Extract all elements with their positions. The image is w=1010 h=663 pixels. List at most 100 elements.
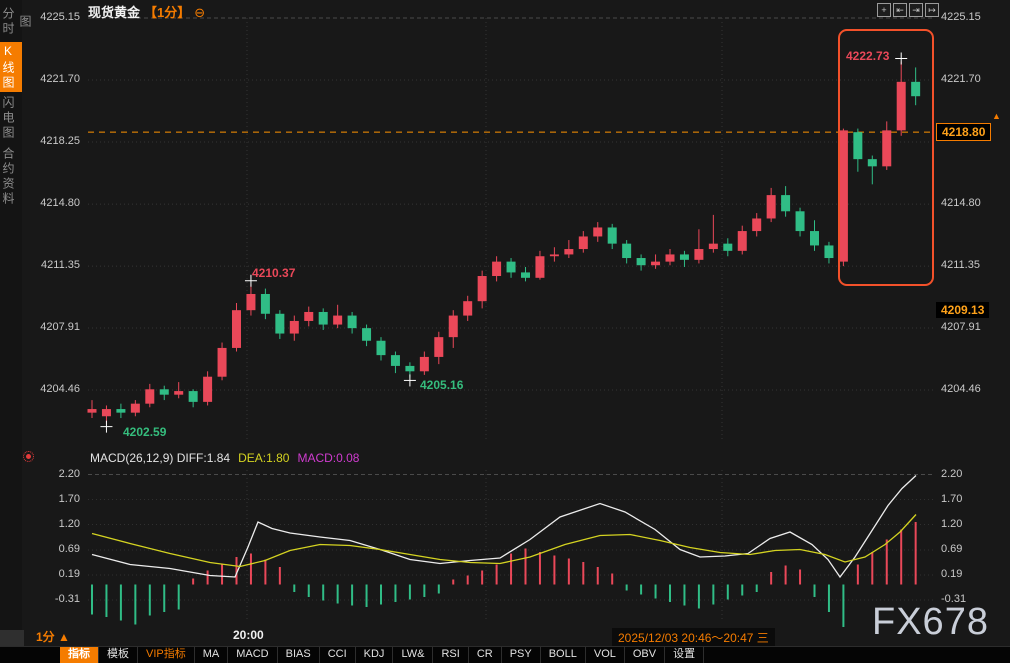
toolbar-tab-rsi[interactable]: RSI <box>433 647 468 663</box>
alert-blink-icon[interactable] <box>26 454 31 459</box>
candle-body <box>535 256 544 278</box>
candle-body <box>232 310 241 348</box>
candle-body <box>781 195 790 211</box>
toolbar-tab-boll[interactable]: BOLL <box>541 647 586 663</box>
candle-body <box>434 337 443 357</box>
macd-dea-value: DEA:1.80 <box>238 451 289 465</box>
candle-body <box>261 294 270 314</box>
candle-body <box>333 316 342 325</box>
candle-body <box>131 404 140 413</box>
candle-body <box>420 357 429 371</box>
macd-macd-value: MACD:0.08 <box>297 451 359 465</box>
toolbar-tab-indicator[interactable]: 指标 <box>60 647 99 663</box>
candle-body <box>882 130 891 166</box>
candle-body <box>608 227 617 243</box>
macd-params-and-diff: MACD(26,12,9) DIFF:1.84 <box>90 451 230 465</box>
x-axis-time-label: 20:00 <box>233 628 264 642</box>
chart-header: 现货黄金【1分】 ⊖ <box>88 2 205 21</box>
toolbar-tab-settings[interactable]: 设置 <box>665 647 704 663</box>
candle-body <box>752 218 761 231</box>
candle-body <box>824 245 833 258</box>
candle-body <box>680 254 689 259</box>
candle-body <box>88 409 97 413</box>
candle-body <box>160 389 169 394</box>
toolbar-tab-psy[interactable]: PSY <box>502 647 541 663</box>
toolbar-tab-vol[interactable]: VOL <box>586 647 625 663</box>
macd-legend: MACD(26,12,9) DIFF:1.84 DEA:1.80 MACD:0.08 <box>90 451 359 465</box>
candle-body <box>796 211 805 231</box>
watermark-logo: FX678 <box>872 601 989 644</box>
candle-body <box>666 254 675 261</box>
candle-body <box>246 294 255 310</box>
candle-body <box>593 227 602 236</box>
candle-body <box>391 355 400 366</box>
candle-body <box>651 262 660 266</box>
candle-body <box>290 321 299 334</box>
toolbar-tab-cr[interactable]: CR <box>469 647 502 663</box>
candle-body <box>723 244 732 251</box>
candle-body <box>145 389 154 403</box>
candle-body <box>174 391 183 395</box>
candle-body <box>897 82 906 131</box>
chart-canvas[interactable] <box>0 0 1010 663</box>
candle-body <box>868 159 877 166</box>
candle-body <box>709 244 718 249</box>
candle-body <box>637 258 646 265</box>
toolbar-tab-obv[interactable]: OBV <box>625 647 665 663</box>
indicator-toolbar: 指标 模板 VIP指标 MA MACD BIAS CCI KDJ LW& RSI… <box>0 646 1010 663</box>
zoom-fit-icon[interactable]: ⇤ <box>893 3 907 17</box>
candle-body <box>102 409 111 416</box>
toolbar-tab-macd[interactable]: MACD <box>228 647 277 663</box>
candle-body <box>853 132 862 159</box>
macd-diff-line <box>92 476 916 578</box>
toolbar-spacer <box>0 647 60 663</box>
trading-app-window: 分时图 K线图 闪电图 合约资料 现货黄金【1分】⊖ + ⇤ ⇥ ↦ 4225.… <box>0 0 1010 663</box>
candle-body <box>579 236 588 249</box>
candle-body <box>694 249 703 260</box>
left-sidebar: 分时图 K线图 闪电图 合约资料 <box>0 0 22 647</box>
candle-body <box>116 409 125 413</box>
macd-dea-line <box>92 515 916 567</box>
toolbar-tab-vip-indicator[interactable]: VIP指标 <box>138 647 195 663</box>
candle-body <box>550 254 559 256</box>
date-range-label: 2025/12/03 20:46～20:47 三 <box>612 628 775 647</box>
period-selector[interactable]: 1分 ▲ <box>36 628 70 645</box>
candle-body <box>521 272 530 277</box>
candle-body <box>218 348 227 377</box>
price-up-arrow-icon: ▲ <box>992 111 1001 121</box>
period-tag: 【1分】 <box>144 5 190 20</box>
candle-body <box>189 391 198 402</box>
toolbar-tab-ma[interactable]: MA <box>195 647 229 663</box>
toolbar-tab-kdj[interactable]: KDJ <box>356 647 394 663</box>
candle-body <box>319 312 328 325</box>
candle-body <box>507 262 516 273</box>
candle-body <box>449 316 458 338</box>
instrument-title: 现货黄金 <box>88 5 140 20</box>
sidebar-tab-contract-info[interactable]: 合约资料 <box>0 144 22 210</box>
sidebar-tab-flash-chart[interactable]: 闪电图 <box>0 93 22 143</box>
step-forward-icon[interactable]: ⇥ <box>909 3 923 17</box>
toolbar-tab-lw[interactable]: LW& <box>393 647 433 663</box>
candle-body <box>767 195 776 218</box>
corner-block <box>0 630 24 647</box>
candle-body <box>810 231 819 245</box>
candle-body <box>203 377 212 402</box>
candle-body <box>405 366 414 371</box>
prev-close-label: 4209.13 <box>936 302 989 318</box>
candle-body <box>911 82 920 96</box>
candle-body <box>738 231 747 251</box>
sidebar-tab-kline-chart[interactable]: K线图 <box>0 42 22 92</box>
sidebar-tab-time-chart[interactable]: 分时图 <box>0 2 22 42</box>
candle-body <box>492 262 501 276</box>
current-price-label: 4218.80 <box>936 123 991 141</box>
toolbar-tab-cci[interactable]: CCI <box>320 647 356 663</box>
candle-body <box>622 244 631 258</box>
toolbar-tab-template[interactable]: 模板 <box>99 647 138 663</box>
go-to-latest-icon[interactable]: ↦ <box>925 3 939 17</box>
pan-icon[interactable]: + <box>877 3 891 17</box>
candle-body <box>275 314 284 334</box>
collapse-circle-icon[interactable]: ⊖ <box>194 5 205 20</box>
toolbar-tab-bias[interactable]: BIAS <box>278 647 320 663</box>
candle-body <box>348 316 357 329</box>
candle-body <box>304 312 313 321</box>
